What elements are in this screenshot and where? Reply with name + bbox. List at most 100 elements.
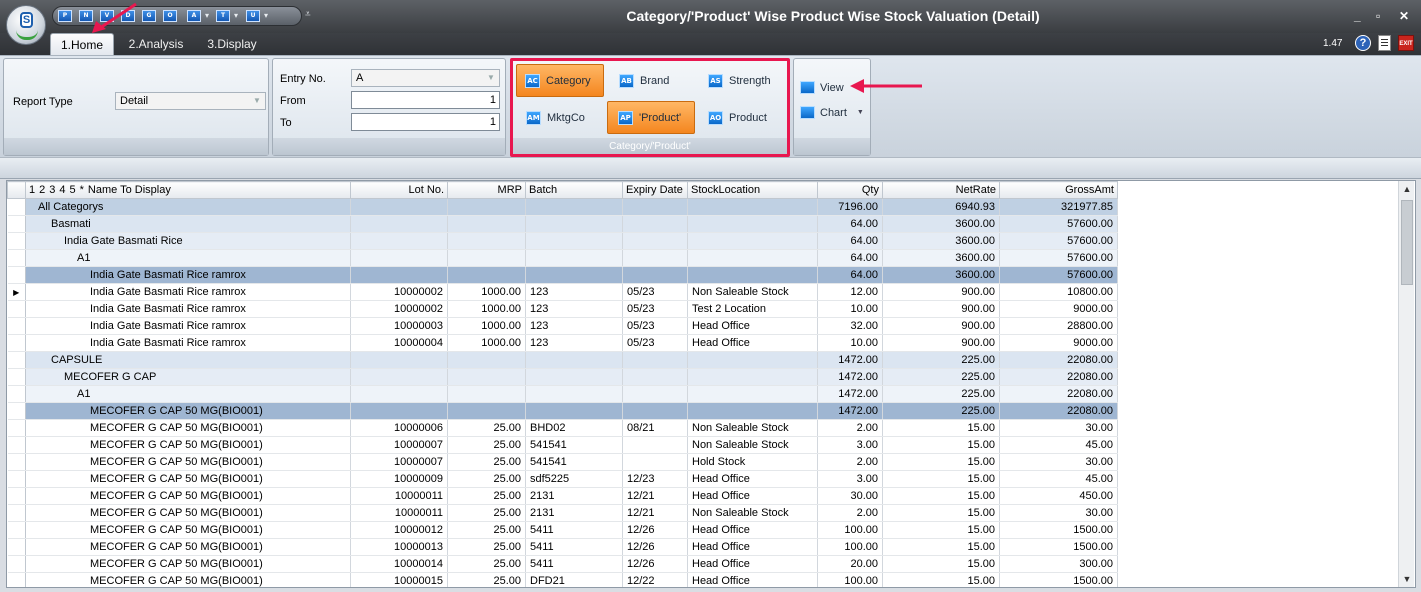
table-row[interactable]: MECOFER G CAP 50 MG(BIO001) 10000015 25.00… — [7, 572, 1118, 587]
cell-net-rate[interactable]: 900.00 — [882, 334, 1000, 352]
cell-expiry-date[interactable] — [622, 198, 688, 216]
cell-mrp[interactable] — [447, 198, 526, 216]
cell-expiry-date[interactable]: 12/21 — [622, 504, 688, 522]
cell-net-rate[interactable]: 6940.93 — [882, 198, 1000, 216]
row-selector[interactable] — [7, 266, 26, 284]
level-tab[interactable]: 2 — [39, 184, 45, 196]
cell-batch[interactable] — [525, 402, 623, 420]
entry-no-select[interactable]: A ▼ — [351, 69, 500, 87]
cell-mrp[interactable]: 25.00 — [447, 470, 526, 488]
cell-gross-amt[interactable]: 1500.00 — [999, 572, 1118, 587]
cell-batch[interactable]: 5411 — [525, 521, 623, 539]
cell-qty[interactable]: 1472.00 — [817, 368, 883, 386]
cell-mrp[interactable]: 25.00 — [447, 538, 526, 556]
cell-expiry-date[interactable]: 12/26 — [622, 521, 688, 539]
cell-expiry-date[interactable]: 12/23 — [622, 470, 688, 488]
cell-gross-amt[interactable]: 45.00 — [999, 436, 1118, 454]
cell-name[interactable]: MECOFER G CAP 50 MG(BIO001) — [25, 572, 351, 587]
cell-gross-amt[interactable]: 300.00 — [999, 555, 1118, 573]
row-selector[interactable] — [7, 470, 26, 488]
row-selector[interactable] — [7, 385, 26, 403]
cell-batch[interactable]: 2131 — [525, 487, 623, 505]
cell-name[interactable]: All Categorys — [25, 198, 351, 216]
row-selector[interactable] — [7, 198, 26, 216]
cell-expiry-date[interactable] — [622, 249, 688, 267]
cell-net-rate[interactable]: 15.00 — [882, 419, 1000, 437]
column-header-mrp[interactable]: MRP — [447, 181, 526, 199]
cell-gross-amt[interactable]: 22080.00 — [999, 351, 1118, 369]
cell-lot-no[interactable] — [350, 385, 448, 403]
cell-batch[interactable]: DFD21 — [525, 572, 623, 587]
group-row[interactable]: India Gate Basmati Rice 64.00 3600.00 57600… — [7, 232, 1118, 250]
cell-qty[interactable]: 12.00 — [817, 283, 883, 301]
cell-batch[interactable]: 5411 — [525, 555, 623, 573]
cell-qty[interactable]: 30.00 — [817, 487, 883, 505]
qat-button-u[interactable]: U — [246, 10, 260, 22]
cell-net-rate[interactable]: 15.00 — [882, 436, 1000, 454]
cell-stock-location[interactable]: Head Office — [687, 334, 818, 352]
customize-qat-icon[interactable]: ⩡ — [305, 9, 311, 20]
cell-lot-no[interactable]: 10000009 — [350, 470, 448, 488]
cell-mrp[interactable] — [447, 385, 526, 403]
cell-expiry-date[interactable] — [622, 368, 688, 386]
column-header-expiry-date[interactable]: Expiry Date — [622, 181, 688, 199]
row-selector[interactable] — [7, 555, 26, 573]
cell-lot-no[interactable]: 10000012 — [350, 521, 448, 539]
cell-batch[interactable]: 5411 — [525, 538, 623, 556]
cell-lot-no[interactable]: 10000014 — [350, 555, 448, 573]
cell-net-rate[interactable]: 225.00 — [882, 351, 1000, 369]
brand-button[interactable]: AB Brand — [615, 64, 695, 97]
cell-name[interactable]: CAPSULE — [25, 351, 351, 369]
cell-batch[interactable]: 123 — [525, 334, 623, 352]
cell-stock-location[interactable]: Head Office — [687, 470, 818, 488]
cell-net-rate[interactable]: 3600.00 — [882, 215, 1000, 233]
cell-qty[interactable]: 20.00 — [817, 555, 883, 573]
cell-gross-amt[interactable]: 30.00 — [999, 453, 1118, 471]
row-selector[interactable] — [7, 368, 26, 386]
cell-expiry-date[interactable]: 05/23 — [622, 300, 688, 318]
cell-gross-amt[interactable]: 1500.00 — [999, 538, 1118, 556]
cell-net-rate[interactable]: 900.00 — [882, 283, 1000, 301]
cell-name[interactable]: MECOFER G CAP 50 MG(BIO001) — [25, 487, 351, 505]
group-row[interactable]: CAPSULE 1472.00 225.00 22080.00 — [7, 351, 1118, 369]
cell-name[interactable]: India Gate Basmati Rice — [25, 232, 351, 250]
cell-lot-no[interactable]: 10000002 — [350, 283, 448, 301]
cell-lot-no[interactable]: 10000015 — [350, 572, 448, 587]
table-row[interactable]: MECOFER G CAP 50 MG(BIO001) 10000007 25.00… — [7, 436, 1118, 454]
cell-stock-location[interactable] — [687, 249, 818, 267]
group-row[interactable]: India Gate Basmati Rice ramrox 64.00 3600.… — [7, 266, 1118, 284]
cell-gross-amt[interactable]: 9000.00 — [999, 300, 1118, 318]
cell-mrp[interactable] — [447, 232, 526, 250]
cell-batch[interactable] — [525, 368, 623, 386]
cell-lot-no[interactable] — [350, 368, 448, 386]
from-input[interactable]: 1 — [351, 91, 500, 109]
cell-expiry-date[interactable] — [622, 215, 688, 233]
cell-name[interactable]: MECOFER G CAP 50 MG(BIO001) — [25, 453, 351, 471]
table-row[interactable]: ▶ India Gate Basmati Rice ramrox 10000002 1… — [7, 283, 1118, 301]
cell-expiry-date[interactable] — [622, 453, 688, 471]
tab-analysis[interactable]: 2.Analysis — [124, 33, 188, 55]
cell-expiry-date[interactable]: 05/23 — [622, 283, 688, 301]
cell-qty[interactable]: 100.00 — [817, 572, 883, 587]
cell-gross-amt[interactable]: 450.00 — [999, 487, 1118, 505]
cell-batch[interactable] — [525, 266, 623, 284]
cell-net-rate[interactable]: 15.00 — [882, 538, 1000, 556]
strength-button[interactable]: AS Strength — [706, 64, 786, 97]
cell-gross-amt[interactable]: 22080.00 — [999, 385, 1118, 403]
cell-qty[interactable]: 3.00 — [817, 470, 883, 488]
cell-batch[interactable]: 541541 — [525, 453, 623, 471]
cell-mrp[interactable] — [447, 249, 526, 267]
cell-lot-no[interactable] — [350, 232, 448, 250]
cell-lot-no[interactable] — [350, 215, 448, 233]
cell-batch[interactable] — [525, 249, 623, 267]
column-header-stock-location[interactable]: StockLocation — [687, 181, 818, 199]
cell-qty[interactable]: 100.00 — [817, 538, 883, 556]
cell-batch[interactable] — [525, 351, 623, 369]
cell-stock-location[interactable]: Head Office — [687, 555, 818, 573]
category-button[interactable]: AC Category — [516, 64, 604, 97]
tab-home[interactable]: 1.Home — [50, 33, 114, 55]
cell-qty[interactable]: 64.00 — [817, 215, 883, 233]
cell-stock-location[interactable] — [687, 368, 818, 386]
table-row[interactable]: MECOFER G CAP 50 MG(BIO001) 10000012 25.00… — [7, 521, 1118, 539]
cell-name[interactable]: MECOFER G CAP 50 MG(BIO001) — [25, 470, 351, 488]
